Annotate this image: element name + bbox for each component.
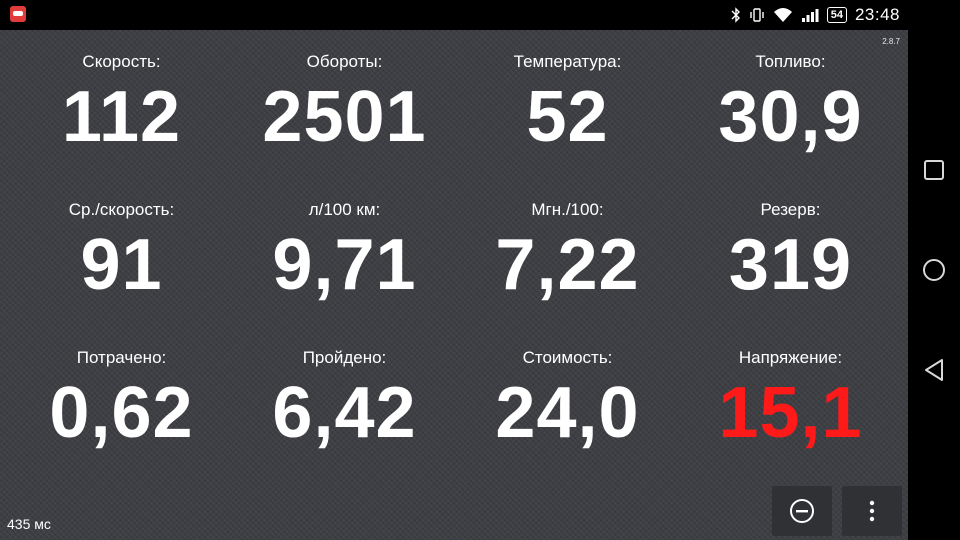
gauge-cost[interactable]: Стоимость: 24,0 (456, 344, 679, 492)
gauge-avg-speed[interactable]: Ср./скорость: 91 (10, 196, 233, 344)
app-icon (10, 6, 26, 22)
app-version: 2.8.7 (882, 37, 900, 46)
back-button[interactable] (922, 358, 946, 382)
ping-readout: 435 мс (7, 516, 51, 532)
overflow-menu-button[interactable] (842, 486, 902, 536)
gauge-value: 9,71 (272, 225, 417, 305)
gauge-value: 7,22 (495, 225, 640, 305)
gauge-label: Обороты: (306, 52, 383, 71)
gauge-temperature[interactable]: Температура: 52 (456, 48, 679, 196)
gauge-rpm[interactable]: Обороты: 2501 (233, 48, 456, 196)
gauge-label: Топливо: (755, 52, 826, 71)
bluetooth-icon (731, 7, 740, 23)
gauge-value: 52 (526, 77, 609, 157)
gauge-label: Пройдено: (302, 348, 387, 367)
gauge-speed[interactable]: Скорость: 112 (10, 48, 233, 196)
status-icons: 54 23:48 (731, 0, 900, 30)
wifi-icon (773, 8, 792, 22)
gauge-label: Напряжение: (738, 348, 843, 367)
gauge-fuel-used[interactable]: Потрачено: 0,62 (10, 344, 233, 492)
battery-icon: 54 (826, 7, 847, 23)
gauge-label: Резерв: (760, 200, 821, 219)
gauge-instant-consumption[interactable]: Мгн./100: 7,22 (456, 196, 679, 344)
gauge-value: 319 (728, 225, 853, 305)
gauge-range[interactable]: Резерв: 319 (679, 196, 902, 344)
home-icon (923, 259, 945, 281)
gauge-label: Скорость: (82, 52, 161, 71)
status-clock: 23:48 (854, 5, 900, 24)
gauge-fuel[interactable]: Топливо: 30,9 (679, 48, 902, 196)
home-button[interactable] (922, 258, 946, 282)
gauge-grid: Скорость: 112 Обороты: 2501 Температура:… (10, 48, 902, 492)
recents-icon (924, 160, 944, 180)
vibrate-icon (750, 8, 764, 22)
navigation-bar (908, 30, 960, 540)
back-icon (925, 359, 943, 381)
gauge-label: л/100 км: (308, 200, 381, 219)
status-bar: 54 23:48 (0, 0, 960, 30)
gauge-consumption[interactable]: л/100 км: 9,71 (233, 196, 456, 344)
gauge-label: Ср./скорость: (68, 200, 175, 219)
gauge-label: Температура: (513, 52, 622, 71)
gauge-label: Мгн./100: (531, 200, 604, 219)
gauge-value: 91 (80, 225, 163, 305)
gauge-value: 2501 (262, 77, 427, 157)
dashboard: 2.8.7 Скорость: 112 Обороты: 2501 Темпер… (0, 30, 908, 540)
gauge-value: 24,0 (495, 373, 640, 453)
gauge-distance[interactable]: Пройдено: 6,42 (233, 344, 456, 492)
gauge-voltage[interactable]: Напряжение: 15,1 (679, 344, 902, 492)
recents-button[interactable] (922, 158, 946, 182)
more-vert-icon (869, 500, 875, 522)
gauge-label: Стоимость: (522, 348, 613, 367)
gauge-value: 30,9 (718, 77, 863, 157)
minus-circle-icon (790, 499, 814, 523)
gauge-label: Потрачено: (76, 348, 167, 367)
signal-icon (801, 9, 819, 22)
gauge-value: 112 (61, 77, 182, 157)
gauge-value: 0,62 (49, 373, 194, 453)
gauge-value: 6,42 (272, 373, 417, 453)
gauge-value: 15,1 (718, 373, 863, 453)
remove-button[interactable] (772, 486, 832, 536)
